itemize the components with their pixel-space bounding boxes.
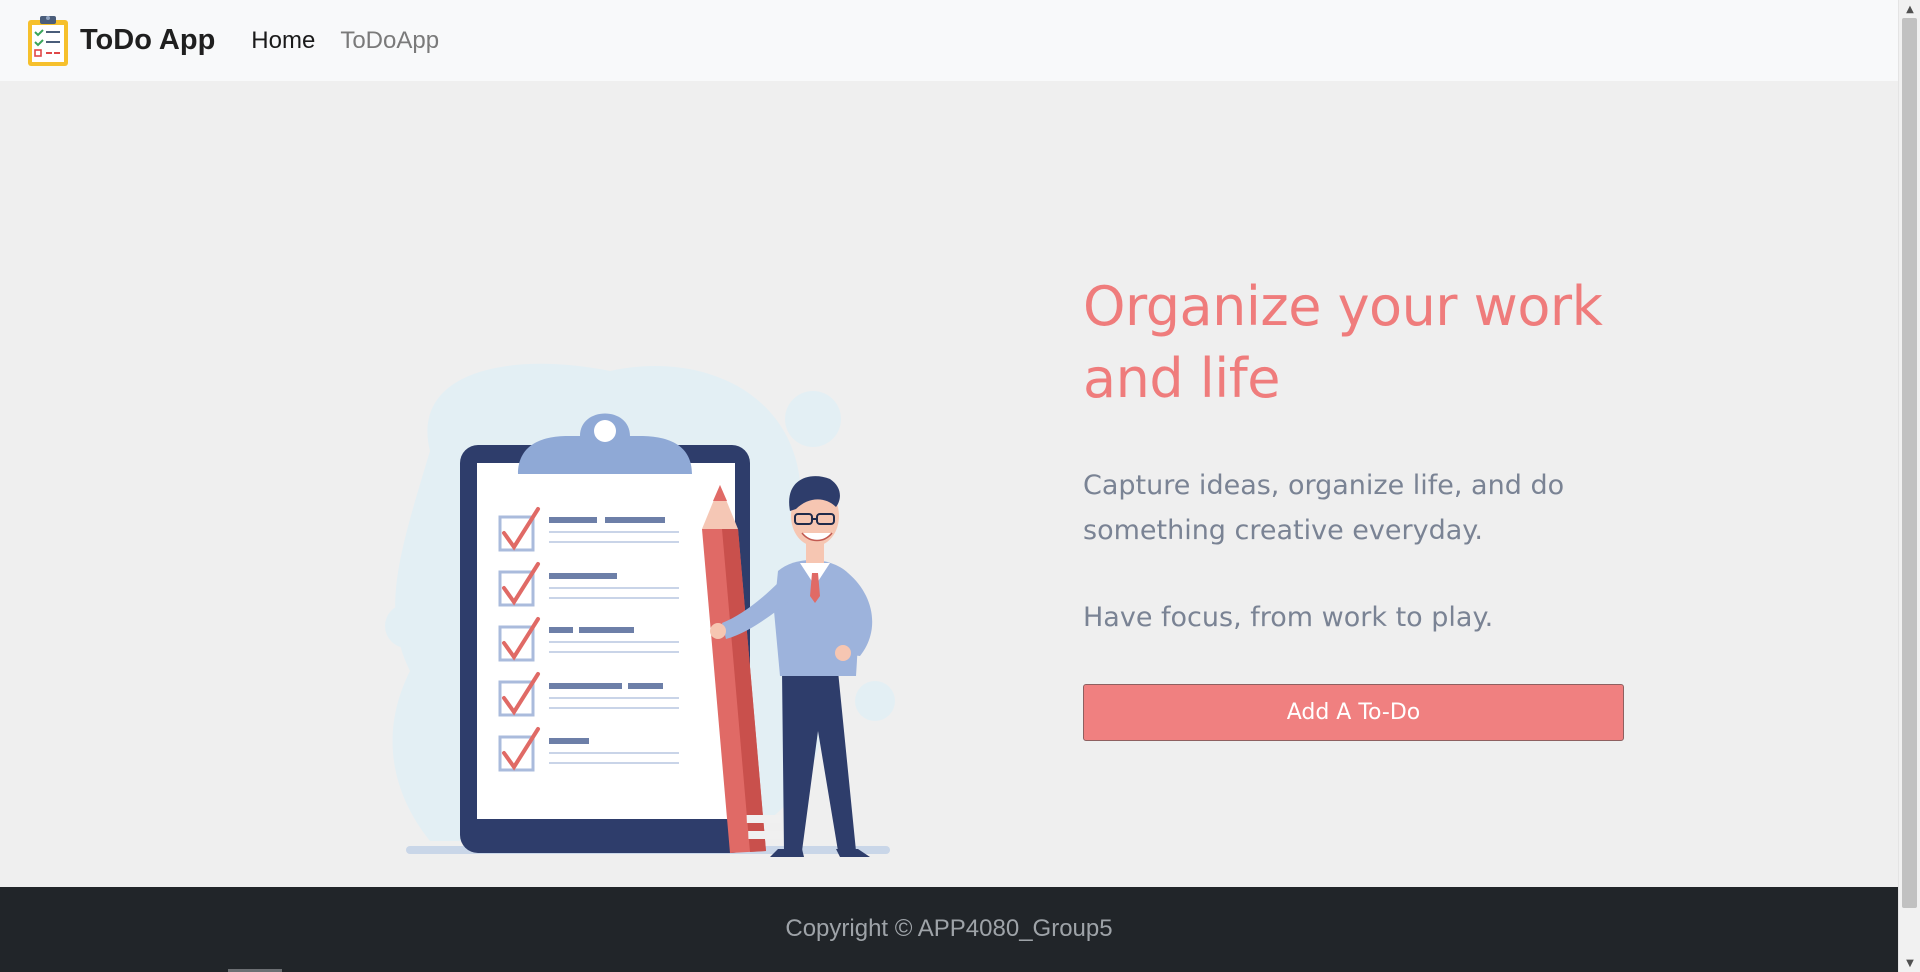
brand-name: ToDo App <box>80 24 216 56</box>
man-with-pencil-and-checklist-illustration <box>385 363 895 857</box>
scroll-down-arrow-icon[interactable]: ▼ <box>1899 954 1920 972</box>
nav-links: Home ToDoApp <box>251 27 464 55</box>
brand-link[interactable]: ToDo App <box>26 14 215 68</box>
viewport: ToDo App Home ToDoApp Organize your work… <box>0 0 1898 972</box>
hero-section: Organize your work and life Capture idea… <box>0 81 1898 887</box>
scrollbar-thumb[interactable] <box>1902 18 1917 908</box>
scroll-up-arrow-icon[interactable]: ▲ <box>1899 0 1920 18</box>
page-scrollbar[interactable]: ▲ ▼ <box>1898 0 1920 972</box>
nav-link-todoapp[interactable]: ToDoApp <box>340 27 439 55</box>
navbar: ToDo App Home ToDoApp <box>0 0 1898 81</box>
hero-tagline: Have focus, from work to play. <box>1083 602 1494 633</box>
nav-link-home[interactable]: Home <box>251 27 315 55</box>
hero-headline: Organize your work and life <box>1083 275 1603 410</box>
hero-subtext: Capture ideas, organize life, and do som… <box>1083 470 1565 546</box>
add-todo-button[interactable]: Add A To-Do <box>1083 684 1624 741</box>
clipboard-checklist-icon <box>28 15 68 66</box>
footer: Copyright © APP4080_Group5 <box>0 887 1898 972</box>
hero-text: Organize your work and life Capture idea… <box>1083 271 1643 638</box>
footer-copyright: Copyright © APP4080_Group5 <box>785 915 1113 942</box>
